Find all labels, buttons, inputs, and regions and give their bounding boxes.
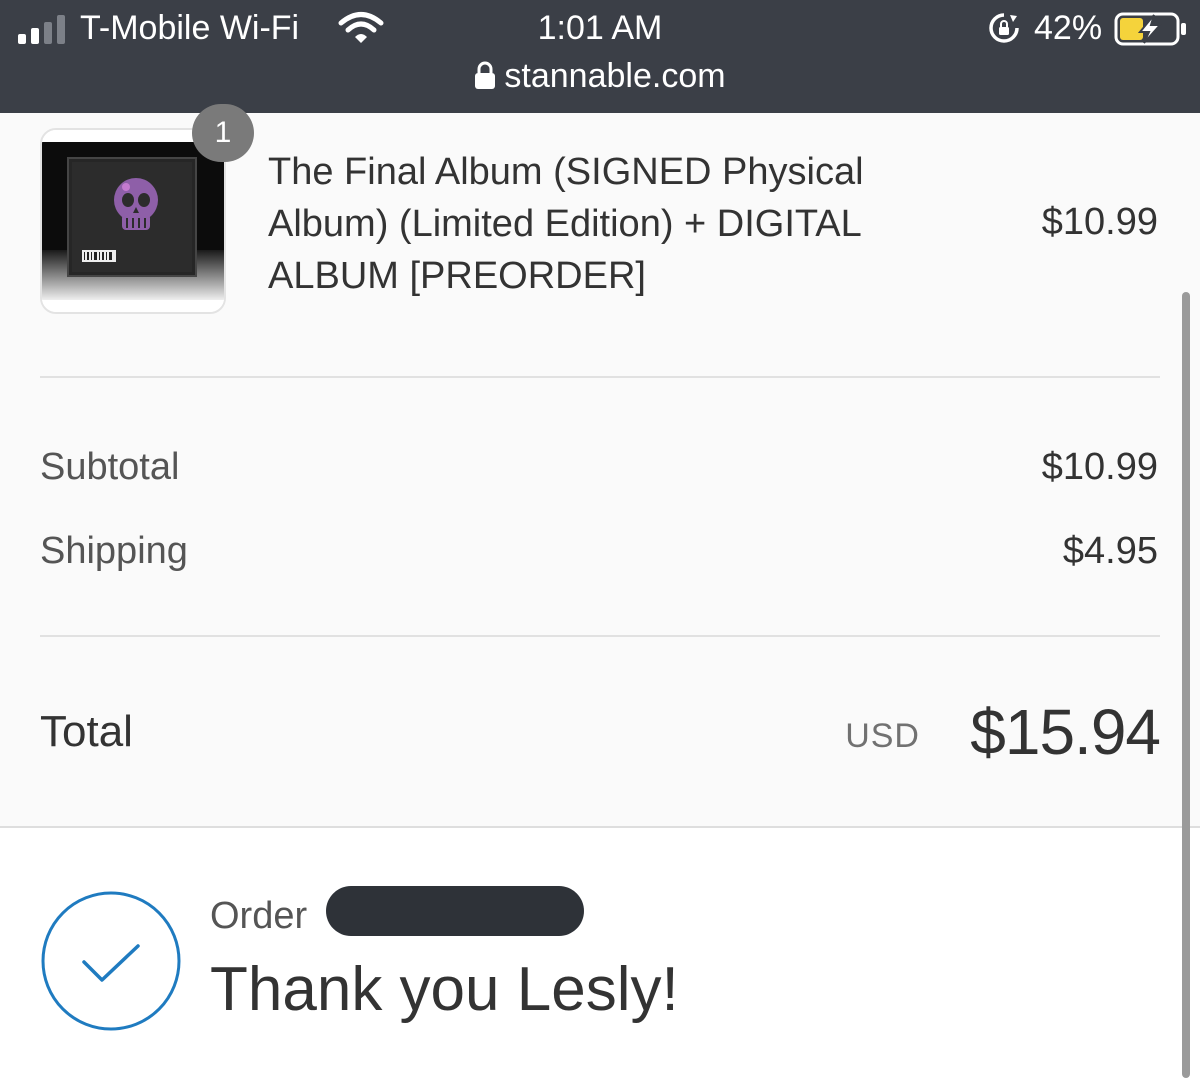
shipping-label: Shipping [40, 530, 188, 572]
check-circle-icon [41, 891, 181, 1031]
product-thumbnail [40, 128, 226, 314]
rotation-lock-icon [989, 13, 1019, 43]
order-number-redacted [326, 886, 584, 936]
total-currency: USD [845, 717, 920, 755]
total-label: Total [40, 707, 133, 756]
url-domain: stannable.com [504, 57, 726, 95]
lock-icon [475, 61, 496, 89]
product-price: $10.99 [1041, 201, 1158, 243]
scrollbar[interactable] [1182, 292, 1190, 1078]
divider [40, 376, 1160, 378]
divider [40, 635, 1160, 637]
battery-charging-icon [1114, 12, 1186, 46]
album-cover-image [42, 130, 224, 312]
total-value: $15.94 [970, 696, 1161, 768]
status-time: 1:01 AM [537, 9, 663, 47]
product-title: The Final Album (SIGNED Physical Album) … [268, 151, 864, 297]
order-label: Order [210, 895, 308, 937]
battery-percent: 42% [1034, 9, 1103, 47]
url-bar[interactable]: stannable.com [0, 56, 1200, 96]
subtotal-label: Subtotal [40, 446, 180, 488]
shipping-value: $4.95 [1062, 530, 1158, 572]
quantity-badge: 1 [192, 104, 254, 162]
subtotal-value: $10.99 [1041, 446, 1158, 488]
browser-top-bar: T-Mobile Wi-Fi 1:01 AM 42% stannable.com [0, 0, 1200, 113]
thank-you-heading: Thank you Lesly! [210, 955, 679, 1024]
